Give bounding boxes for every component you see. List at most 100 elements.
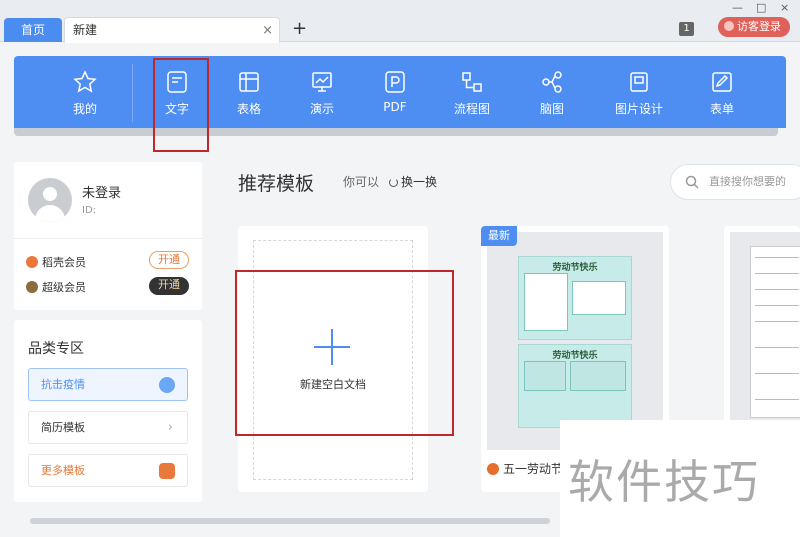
form-icon [712, 72, 732, 92]
template-name: 五一劳动节 [487, 460, 563, 477]
user-icon [724, 21, 734, 31]
docer-vip-icon [26, 256, 38, 268]
tool-table[interactable]: 表格 [214, 56, 284, 128]
template-text-box [524, 361, 566, 391]
vip-label: 超级会员 [42, 281, 86, 294]
new-tab-button[interactable]: + [292, 17, 307, 41]
refresh-button[interactable]: 换一换 [389, 173, 437, 190]
vip-row-docer: 稻壳会员 [26, 254, 86, 270]
tab-new-label: 新建 [73, 23, 98, 37]
refresh-label: 换一换 [401, 175, 438, 189]
title-bar: 首页 新建 × + — □ × 1 访客登录 [0, 0, 800, 43]
category-panel: 品类专区 抗击疫情 简历模板 › 更多模板 [14, 320, 202, 502]
tool-mindmap[interactable]: 脑图 [517, 56, 587, 128]
table-icon [239, 72, 259, 92]
epidemic-icon [159, 377, 175, 393]
watermark: 软件技巧 [560, 420, 800, 537]
avatar[interactable] [28, 178, 72, 222]
category-label: 简历模板 [41, 421, 85, 434]
app-toolbar: 我的 文字 表格 演示 PDF 流程图 脑图 图片设计 表单 [14, 56, 786, 128]
template-page-title: 劳动节快乐 [552, 351, 598, 361]
vip-row-super: 超级会员 [26, 279, 86, 295]
document-line [755, 321, 799, 322]
document-line [755, 289, 799, 290]
template-search-input[interactable]: 直接搜你想要的 [670, 164, 800, 200]
pdf-icon [385, 71, 405, 93]
open-super-vip-button[interactable]: 开通 [149, 277, 189, 295]
newest-badge: 最新 [481, 226, 517, 246]
tool-label: 图片设计 [614, 102, 663, 116]
template-name-label: 五一劳动节 [503, 462, 564, 476]
document-line [755, 399, 799, 400]
user-id: ID: [82, 205, 97, 216]
more-templates-icon [159, 463, 175, 479]
toolbar-shadow [14, 128, 778, 136]
mindmap-icon [542, 71, 562, 93]
tool-form[interactable]: 表单 [687, 56, 757, 128]
document-line [755, 373, 799, 374]
category-label: 更多模板 [41, 464, 85, 477]
user-name[interactable]: 未登录 [82, 182, 121, 201]
document-line [755, 257, 799, 258]
template-text-box [572, 281, 626, 315]
docer-icon [487, 463, 499, 475]
open-docer-vip-button[interactable]: 开通 [149, 251, 189, 269]
template-page-1: 劳动节快乐 [518, 256, 632, 340]
vip-label: 稻壳会员 [42, 256, 86, 269]
document-line [755, 273, 799, 274]
template-page-2: 劳动节快乐 [518, 344, 632, 428]
highlight-box-blank-document [235, 270, 454, 436]
watermark-text: 软件技巧 [568, 455, 760, 509]
tool-pdf[interactable]: PDF [360, 56, 430, 128]
user-panel: 未登录 ID: 稻壳会员 开通 超级会员 开通 [14, 162, 202, 310]
tool-mine[interactable]: 我的 [50, 56, 120, 128]
highlight-box-text-tool [153, 58, 209, 152]
tool-label: 我的 [72, 102, 97, 116]
close-window-icon[interactable]: × [780, 1, 789, 14]
tool-flowchart[interactable]: 流程图 [437, 56, 507, 128]
tool-label: 表格 [236, 102, 261, 116]
tool-image-design[interactable]: 图片设计 [604, 56, 674, 128]
guest-login-label: 访客登录 [737, 20, 781, 33]
tool-label: PDF [383, 100, 407, 114]
tab-home[interactable]: 首页 [4, 18, 62, 42]
refresh-icon [389, 178, 398, 187]
category-item-more[interactable]: 更多模板 [28, 454, 188, 487]
avatar-head [43, 187, 57, 201]
minimize-icon[interactable]: — [732, 1, 743, 14]
hint-text: 你可以 [343, 175, 380, 189]
star-icon [73, 70, 97, 93]
tool-label: 流程图 [453, 102, 490, 116]
avatar-body [35, 205, 65, 222]
search-icon [685, 175, 699, 189]
horizontal-scrollbar[interactable] [30, 518, 550, 524]
document-line [755, 347, 799, 348]
tool-label: 脑图 [539, 102, 564, 116]
maximize-icon[interactable]: □ [756, 1, 766, 14]
search-placeholder: 直接搜你想要的 [709, 175, 786, 188]
recommended-templates-title: 推荐模板 [238, 173, 315, 195]
toolbar-divider [132, 64, 133, 122]
template-page-title: 劳动节快乐 [552, 263, 598, 273]
tool-label: 演示 [309, 102, 334, 116]
tool-label: 表单 [709, 102, 734, 116]
tab-close-icon[interactable]: × [262, 18, 273, 43]
super-vip-icon [26, 281, 38, 293]
flowchart-icon [462, 72, 482, 92]
template-text-box [524, 273, 568, 331]
window-count-badge[interactable]: 1 [679, 22, 694, 36]
tab-new[interactable]: 新建 × [64, 17, 280, 43]
document-page-preview [750, 246, 800, 418]
document-line [755, 305, 799, 306]
guest-login-button[interactable]: 访客登录 [718, 17, 790, 37]
template-text-box [570, 361, 626, 391]
category-item-resume[interactable]: 简历模板 › [28, 411, 188, 444]
category-label: 抗击疫情 [41, 378, 85, 391]
category-item-epidemic[interactable]: 抗击疫情 [28, 368, 188, 401]
image-design-icon [630, 72, 648, 92]
divider [14, 238, 202, 239]
tool-presentation[interactable]: 演示 [287, 56, 357, 128]
chevron-right-icon: › [167, 420, 173, 435]
presentation-icon [312, 72, 332, 92]
category-title: 品类专区 [28, 341, 84, 357]
